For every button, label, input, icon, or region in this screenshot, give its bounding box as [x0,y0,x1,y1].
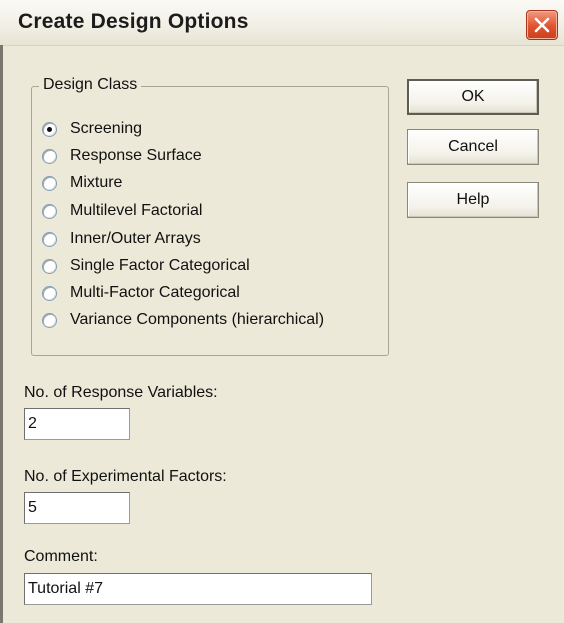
title-bar: Create Design Options [0,0,564,46]
help-button[interactable]: Help [407,182,539,218]
comment-input[interactable]: Tutorial #7 [24,573,372,605]
experimental-factors-input[interactable]: 5 [24,492,130,524]
radio-label: Mixture [70,174,123,191]
close-button[interactable] [526,10,558,40]
radio-circle [42,259,57,274]
radio-circle [42,286,57,301]
radio-circle [42,122,57,137]
design-class-label: Design Class [39,76,142,94]
close-icon [534,17,550,33]
radio-circle [42,232,57,247]
radio-circle [42,204,57,219]
experimental-factors-label: No. of Experimental Factors: [24,468,227,485]
response-variables-input[interactable]: 2 [24,408,130,440]
ok-button[interactable]: OK [407,79,539,115]
radio-label: Multilevel Factorial [70,202,203,219]
dialog-title: Create Design Options [18,10,249,33]
radio-label: Inner/Outer Arrays [70,230,201,247]
radio-circle [42,149,57,164]
radio-label: Single Factor Categorical [70,257,250,274]
radio-label: Variance Components (hierarchical) [70,311,325,328]
radio-circle [42,313,57,328]
radio-label: Screening [70,120,143,137]
comment-label: Comment: [24,548,98,565]
radio-label: Multi-Factor Categorical [70,284,240,301]
window-frame-left [0,45,3,623]
radio-selected-dot [47,127,52,132]
radio-circle [42,176,57,191]
cancel-button[interactable]: Cancel [407,129,539,165]
response-variables-label: No. of Response Variables: [24,384,218,401]
radio-label: Response Surface [70,147,202,164]
create-design-options-dialog: Create Design Options Design Class Scree… [0,0,564,623]
